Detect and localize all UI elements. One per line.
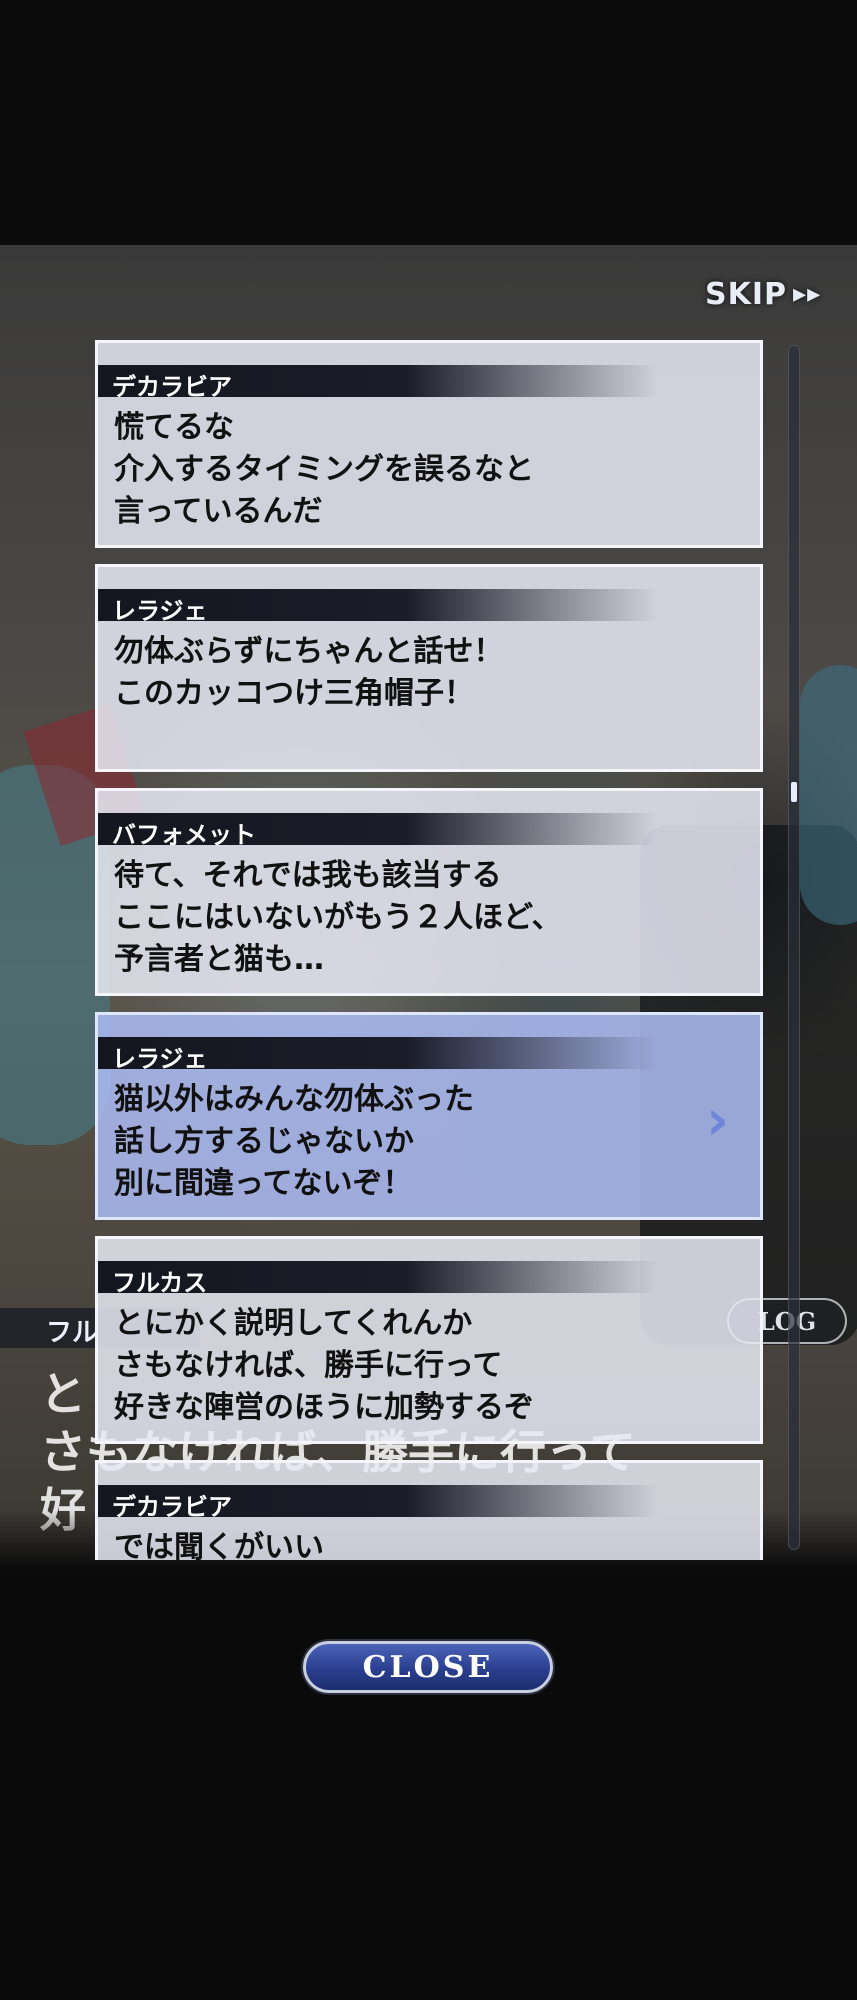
scene-character-hair-right	[800, 665, 857, 925]
entry-speaker: フルカス	[98, 1261, 658, 1297]
entry-line: このカッコつけ三角帽子！	[114, 676, 474, 711]
backlog-scrollbar[interactable]	[788, 345, 800, 1550]
entry-speaker: レラジェ	[98, 1037, 658, 1073]
close-button[interactable]: CLOSE	[303, 1641, 553, 1693]
entry-line: 猫以外はみんな勿体ぶった	[114, 1082, 474, 1117]
entry-line: 別に間違ってないぞ！	[114, 1166, 413, 1201]
entry-line: 言っているんだ	[114, 494, 323, 529]
entry-line: とにかく説明してくれんか	[114, 1306, 473, 1341]
backlog-entry[interactable]: デカラビア では聞くがいい	[95, 1460, 763, 1560]
entry-line: 介入するタイミングを誤るなと	[114, 452, 534, 487]
entry-line: 話し方するじゃないか	[114, 1124, 414, 1159]
backlog-entry[interactable]: バフォメット 待て、それでは我も該当する ここにはいないがもう２人ほど、 予言者…	[95, 788, 763, 996]
fast-forward-icon: ▸▸	[793, 279, 822, 309]
top-black-band	[0, 0, 857, 245]
entry-line: 待て、それでは我も該当する	[114, 858, 502, 893]
entry-line: 予言者と猫も…	[114, 942, 324, 977]
entry-line: さもなければ、勝手に行って	[114, 1348, 503, 1383]
entry-line: 好きな陣営のほうに加勢するぞ	[114, 1390, 534, 1425]
entry-line: 勿体ぶらずにちゃんと話せ！	[114, 634, 504, 669]
backlog-entry-selected[interactable]: レラジェ 猫以外はみんな勿体ぶった 話し方するじゃないか 別に間違ってないぞ！ …	[95, 1012, 763, 1220]
entry-speaker: レラジェ	[98, 589, 658, 625]
entry-line: ここにはいないがもう２人ほど、	[114, 900, 562, 935]
chevron-right-icon[interactable]: ›	[706, 1093, 736, 1149]
skip-label: SKIP	[705, 276, 788, 312]
backlog-list[interactable]: デカラビア 慌てるな 介入するタイミングを誤るなと 言っているんだ レラジェ 勿…	[95, 340, 763, 1560]
entry-speaker: バフォメット	[98, 813, 658, 849]
backlog-entry[interactable]: レラジェ 勿体ぶらずにちゃんと話せ！ このカッコつけ三角帽子！	[95, 564, 763, 772]
skip-button[interactable]: SKIP ▸▸	[705, 268, 855, 320]
scrollbar-thumb[interactable]	[791, 782, 797, 802]
entry-line: 慌てるな	[114, 410, 234, 445]
backlog-entry[interactable]: デカラビア 慌てるな 介入するタイミングを誤るなと 言っているんだ	[95, 340, 763, 548]
backlog-entry[interactable]: フルカス とにかく説明してくれんか さもなければ、勝手に行って 好きな陣営のほう…	[95, 1236, 763, 1444]
entry-speaker: デカラビア	[98, 1485, 658, 1521]
entry-line: では聞くがいい	[114, 1530, 324, 1560]
entry-speaker: デカラビア	[98, 365, 658, 401]
